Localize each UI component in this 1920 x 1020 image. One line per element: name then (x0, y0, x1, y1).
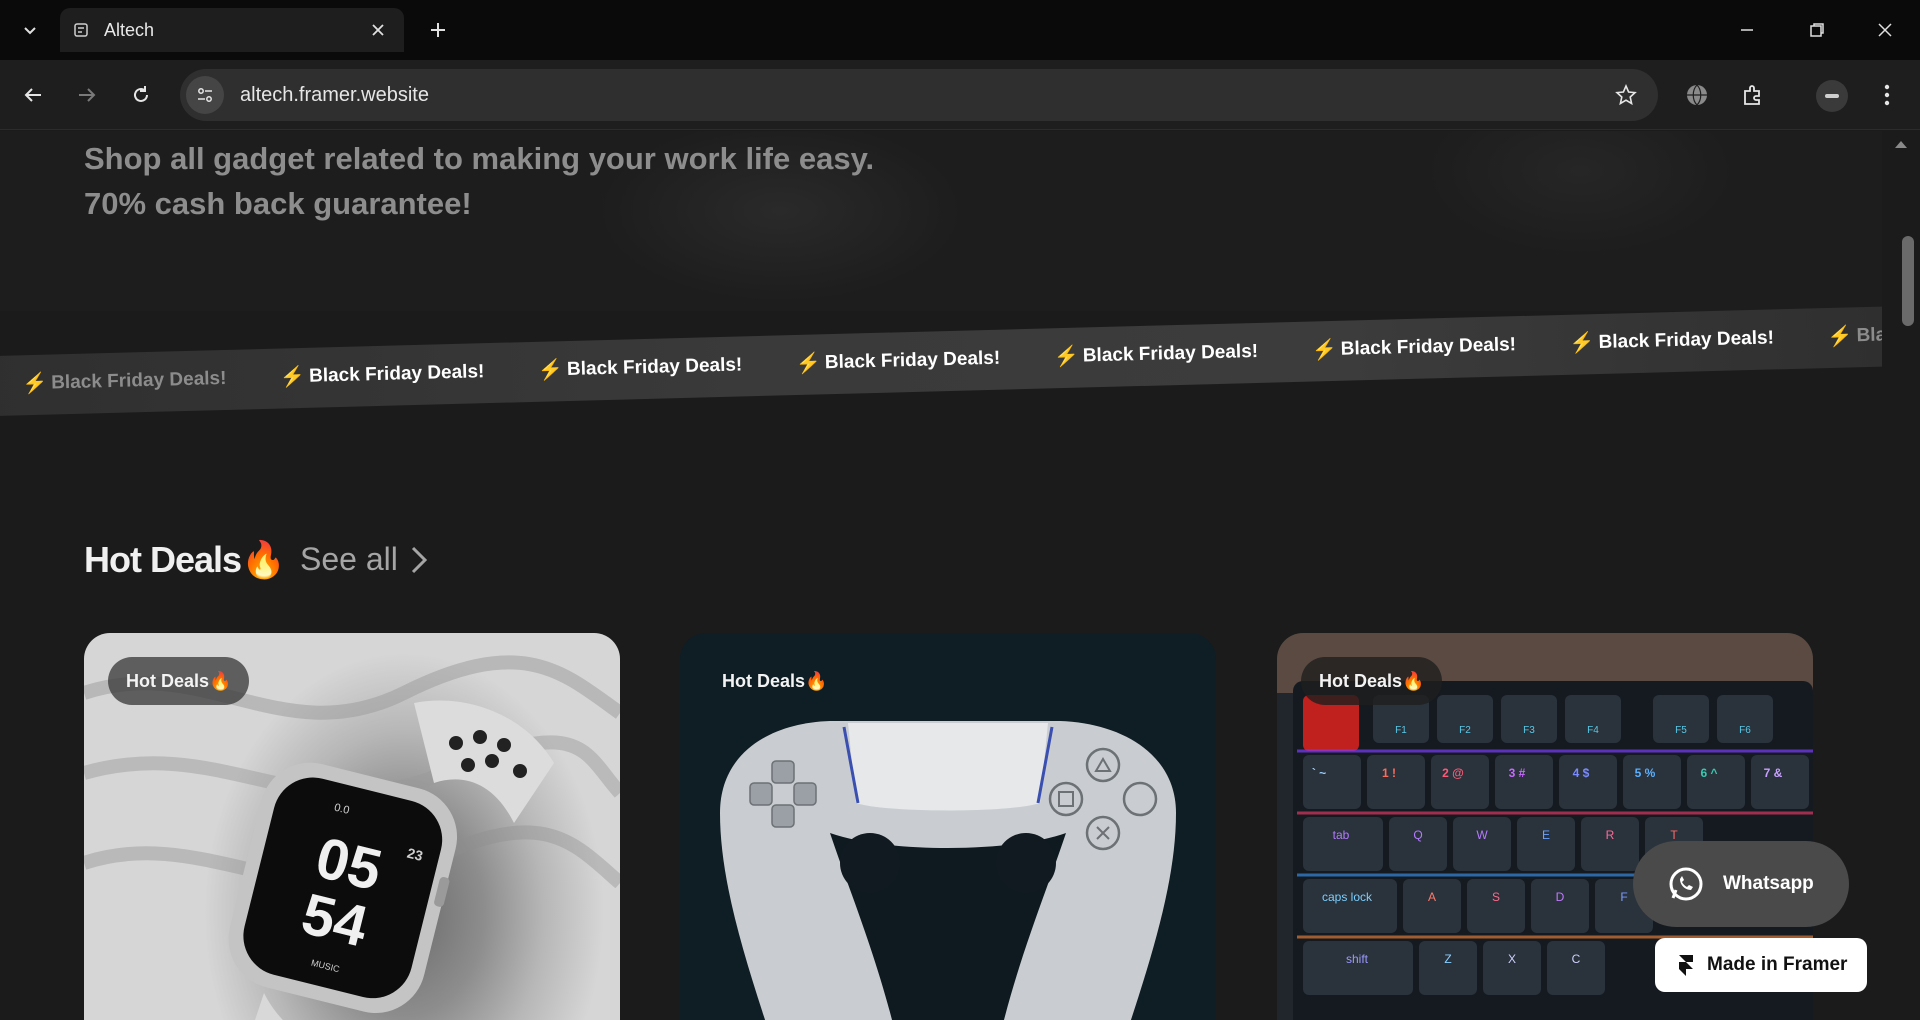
back-button[interactable] (14, 76, 52, 114)
lightning-icon: ⚡ (1311, 338, 1338, 362)
forward-button[interactable] (68, 76, 106, 114)
lightning-icon: ⚡ (279, 365, 306, 389)
close-tab-icon[interactable] (364, 16, 392, 44)
see-all-label[interactable]: See all (300, 541, 398, 578)
close-icon (1878, 23, 1892, 37)
hero-subtitle-line-1: Shop all gadget related to making your w… (84, 141, 875, 176)
key-f4: F4 (1587, 725, 1599, 736)
key-1: 1 ! (1382, 766, 1396, 780)
key-7: 7 & (1764, 766, 1783, 780)
key-f1: F1 (1395, 725, 1407, 736)
key-d: D (1556, 890, 1565, 904)
key-caps-lock: caps lock (1322, 890, 1373, 904)
key-s: S (1492, 890, 1500, 904)
key-f: F (1620, 890, 1627, 904)
key-3: 3 # (1509, 766, 1526, 780)
key-e: E (1542, 828, 1550, 842)
key-shift: shift (1346, 952, 1369, 966)
key-f5: F5 (1675, 725, 1687, 736)
ticker-item: ⚡ Black Friday Deals! (537, 353, 743, 382)
lightning-icon: ⚡ (22, 372, 48, 396)
key-2: 2 @ (1442, 766, 1464, 780)
key-tilde: ` ~ (1312, 766, 1326, 780)
key-4: 4 $ (1573, 766, 1590, 780)
key-r: R (1606, 828, 1615, 842)
hot-deals-badge: Hot Deals🔥 (722, 670, 828, 691)
menu-kebab-icon[interactable] (1868, 76, 1906, 114)
lightning-icon: ⚡ (795, 352, 822, 376)
reload-icon (134, 86, 148, 102)
framer-logo-icon (1679, 955, 1693, 976)
see-all-link[interactable]: See all (300, 541, 428, 578)
key-z: Z (1444, 952, 1451, 966)
lightning-icon: ⚡ (1827, 325, 1853, 349)
page-viewport: Shop all gadget related to making your w… (0, 131, 1882, 1020)
chevron-down-icon (24, 27, 36, 35)
site-info-icon[interactable] (186, 76, 224, 114)
minimize-button[interactable] (1720, 10, 1774, 50)
ticker-item: ⚡ Black Friday Deals! (795, 347, 1001, 376)
restore-icon (1810, 23, 1824, 37)
tab-title: Altech (104, 19, 155, 40)
lightning-icon: ⚡ (537, 359, 564, 382)
hot-deals-heading: Hot Deals🔥 (84, 539, 286, 580)
whatsapp-icon (1669, 867, 1703, 901)
tab-search-button[interactable] (14, 14, 46, 46)
key-tab: tab (1333, 828, 1350, 842)
key-w: W (1476, 828, 1488, 842)
hero-subtitle-line-2: 70% cash back guarantee! (84, 186, 472, 221)
scrollbar-thumb[interactable] (1902, 236, 1914, 326)
restore-button[interactable] (1790, 10, 1844, 50)
whatsapp-label: Whatsapp (1723, 873, 1814, 894)
whatsapp-button[interactable]: Whatsapp (1633, 841, 1849, 927)
arrow-right-icon (79, 88, 96, 102)
key-f3: F3 (1523, 725, 1535, 736)
key-t: T (1670, 828, 1678, 842)
ticker-item: ⚡ Black Friday Deals! (1311, 333, 1517, 362)
ticker-item: ⚡ Black Friday Deals! (1053, 340, 1259, 369)
lightning-icon: ⚡ (1053, 345, 1080, 369)
black-friday-ticker: ⚡ Black Friday Deals! ⚡ Black Friday Deals… (0, 305, 1882, 417)
hot-deals-badge: Hot Deals🔥 (108, 657, 250, 705)
page-scrollbar[interactable] (1882, 131, 1920, 1020)
close-window-button[interactable] (1858, 10, 1912, 50)
ticker-item: ⚡ Black Friday Deals! (1569, 326, 1775, 355)
key-f2: F2 (1459, 725, 1471, 736)
reload-button[interactable] (122, 76, 160, 114)
key-x: X (1508, 952, 1516, 966)
key-q: Q (1413, 828, 1422, 842)
site-favicon-icon (72, 21, 90, 39)
browser-tab-bar: Altech (0, 0, 1920, 60)
ticker-item: ⚡Black Fr (1827, 323, 1882, 349)
browser-toolbar: altech.framer.website (0, 60, 1920, 130)
made-in-framer-badge[interactable]: Made in Framer (1655, 938, 1867, 992)
extensions-puzzle-icon[interactable] (1734, 76, 1772, 114)
url-text[interactable]: altech.framer.website (240, 84, 1606, 107)
hot-deals-badge: Hot Deals🔥 (1301, 657, 1443, 705)
chevron-right-icon[interactable] (410, 545, 428, 575)
key-6: 6 ^ (1700, 766, 1717, 780)
address-bar[interactable]: altech.framer.website (180, 69, 1658, 121)
made-in-framer-label: Made in Framer (1707, 954, 1848, 975)
new-tab-button[interactable] (422, 14, 454, 46)
browser-tab[interactable]: Altech (60, 8, 404, 52)
minimize-icon (1741, 29, 1753, 31)
ticker-item: ⚡ Black Friday Deals! (279, 360, 485, 389)
profile-avatar[interactable] (1816, 80, 1848, 112)
translate-globe-icon[interactable] (1678, 76, 1716, 114)
key-a: A (1428, 890, 1436, 904)
scroll-up-arrow-icon[interactable] (1894, 136, 1908, 154)
key-f6: F6 (1739, 725, 1751, 736)
arrow-left-icon (24, 88, 41, 102)
plus-icon (431, 23, 445, 37)
product-card-game-controller[interactable]: Hot Deals🔥 (680, 633, 1216, 1020)
key-5: 5 % (1635, 766, 1656, 780)
key-c: C (1572, 952, 1581, 966)
product-card-smartwatch[interactable]: 05 54 0.0 23 MUSIC Hot Deals🔥 (84, 633, 620, 1020)
lightning-icon: ⚡ (1569, 332, 1595, 355)
ticker-item: ⚡ Black Friday Deals! (22, 367, 227, 396)
bookmark-star-icon[interactable] (1606, 75, 1646, 115)
